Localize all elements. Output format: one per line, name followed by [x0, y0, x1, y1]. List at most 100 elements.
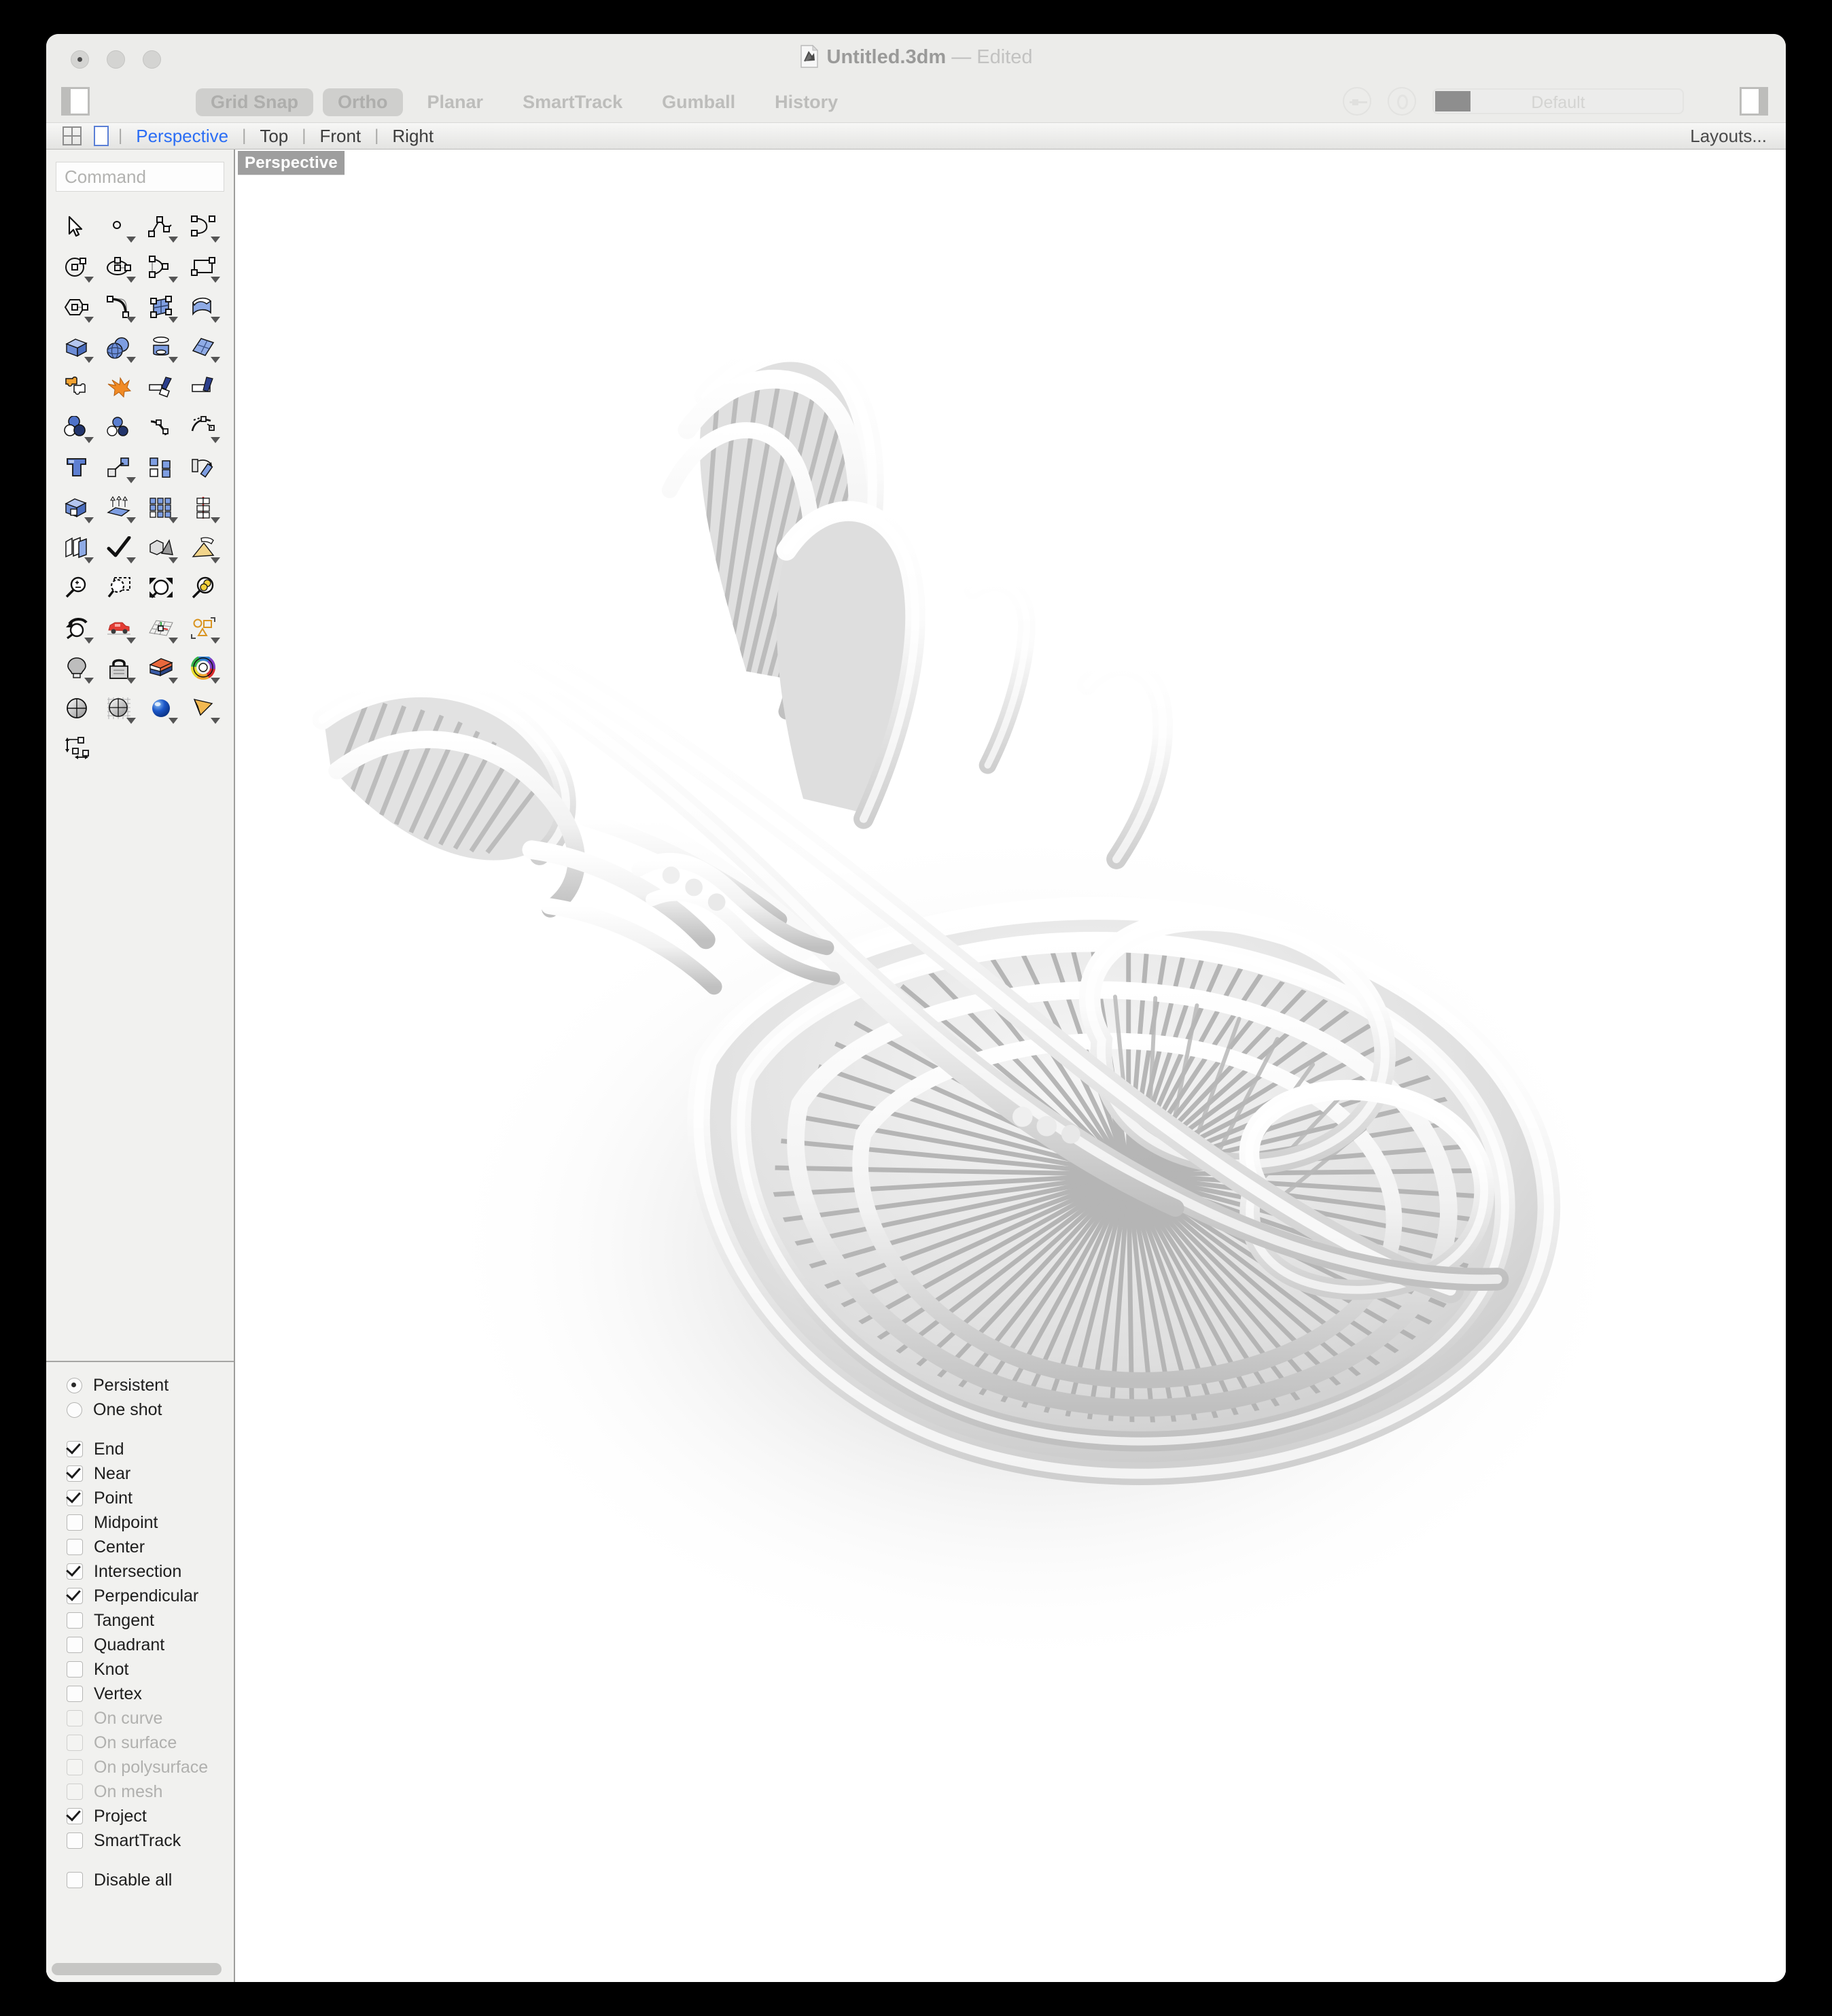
chevron-down-icon[interactable] — [169, 237, 178, 243]
analysis-icon[interactable] — [140, 527, 182, 568]
checkbox-center[interactable] — [67, 1539, 83, 1555]
checkbox-tangent[interactable] — [67, 1612, 83, 1629]
layouts-button[interactable]: Layouts... — [1690, 126, 1767, 147]
chevron-down-icon[interactable] — [84, 517, 94, 523]
polygon-icon[interactable] — [56, 287, 98, 327]
osnap-item-quadrant[interactable]: Quadrant — [46, 1633, 234, 1657]
chevron-down-icon[interactable] — [126, 477, 136, 483]
polyline-icon[interactable] — [140, 207, 182, 247]
tab-perspective[interactable]: Perspective — [132, 126, 232, 147]
chevron-down-icon[interactable] — [84, 557, 94, 563]
osnap-item-project[interactable]: Project — [46, 1804, 234, 1828]
chevron-down-icon[interactable] — [211, 638, 220, 644]
checkbox-perpendicular[interactable] — [67, 1588, 83, 1604]
offset-surface-icon[interactable] — [56, 527, 98, 568]
osnap-mode-persistent[interactable]: Persistent — [46, 1373, 234, 1397]
osnap-item-vertex[interactable]: Vertex — [46, 1682, 234, 1706]
osnap-item-center[interactable]: Center — [46, 1535, 234, 1559]
chevron-down-icon[interactable] — [169, 557, 178, 563]
rotate-icon[interactable] — [182, 447, 224, 487]
move-icon[interactable] — [98, 447, 140, 487]
checkbox-disable-all[interactable] — [67, 1872, 83, 1888]
tab-top[interactable]: Top — [256, 126, 292, 147]
chevron-down-icon[interactable] — [211, 517, 220, 523]
osnap-item-midpoint[interactable]: Midpoint — [46, 1510, 234, 1535]
dimension-icon[interactable] — [56, 728, 98, 768]
chevron-down-icon[interactable] — [169, 517, 178, 523]
named-views-car-icon[interactable] — [98, 608, 140, 648]
left-panel-toggle-icon[interactable] — [61, 87, 90, 116]
boolean-operations-icon[interactable] — [56, 407, 98, 447]
boolean-union-puzzle-icon[interactable] — [56, 367, 98, 407]
shaded-view-icon[interactable] — [56, 688, 98, 728]
right-panel-toggle-icon[interactable] — [1740, 87, 1768, 116]
box-solid-icon[interactable] — [56, 327, 98, 367]
chevron-down-icon[interactable] — [126, 638, 136, 644]
arc-icon[interactable] — [140, 247, 182, 287]
chevron-down-icon[interactable] — [126, 718, 136, 724]
checkbox-quadrant[interactable] — [67, 1637, 83, 1653]
trim-icon[interactable] — [140, 367, 182, 407]
chevron-down-icon[interactable] — [169, 718, 178, 724]
chevron-down-icon[interactable] — [84, 317, 94, 323]
chevron-down-icon[interactable] — [84, 678, 94, 684]
chevron-down-icon[interactable] — [84, 638, 94, 644]
fillet-curve-icon[interactable] — [98, 287, 140, 327]
mesh-plane-icon[interactable] — [182, 327, 224, 367]
layer-visibility-icon[interactable] — [1343, 87, 1371, 116]
osnap-item-perpendicular[interactable]: Perpendicular — [46, 1584, 234, 1608]
chevron-down-icon[interactable] — [126, 357, 136, 363]
chevron-down-icon[interactable] — [211, 317, 220, 323]
cplane-grid-icon[interactable] — [140, 608, 182, 648]
osnap-item-point[interactable]: Point — [46, 1486, 234, 1510]
radio-persistent[interactable] — [67, 1377, 82, 1393]
sidebar-horizontal-scrollbar[interactable] — [52, 1963, 222, 1975]
extrude-up-icon[interactable] — [98, 487, 140, 527]
chevron-down-icon[interactable] — [84, 277, 94, 283]
layers-icon[interactable] — [140, 648, 182, 688]
osnap-item-tangent[interactable]: Tangent — [46, 1608, 234, 1633]
split-icon[interactable] — [182, 367, 224, 407]
checkbox-smarttrack[interactable] — [67, 1832, 83, 1849]
text-object-icon[interactable] — [56, 447, 98, 487]
mirror-icon[interactable] — [182, 487, 224, 527]
chevron-down-icon[interactable] — [126, 277, 136, 283]
mode-grid-snap[interactable]: Grid Snap — [196, 88, 314, 116]
tab-front[interactable]: Front — [315, 126, 365, 147]
current-layer-selector[interactable]: Default — [1432, 88, 1684, 114]
single-viewport-layout-icon[interactable] — [94, 126, 109, 146]
mode-history[interactable]: History — [760, 88, 853, 116]
light-bulb-icon[interactable] — [56, 648, 98, 688]
surface-from-points-icon[interactable] — [140, 287, 182, 327]
chevron-down-icon[interactable] — [126, 317, 136, 323]
perspective-viewport[interactable]: Perspective — [236, 150, 1786, 1982]
lock-object-icon[interactable] — [98, 648, 140, 688]
sphere-solid-icon[interactable] — [98, 327, 140, 367]
osnap-item-intersection[interactable]: Intersection — [46, 1559, 234, 1584]
chevron-down-icon[interactable] — [126, 557, 136, 563]
scale-icon[interactable] — [56, 487, 98, 527]
checkbox-end[interactable] — [67, 1441, 83, 1457]
osnap-item-knot[interactable]: Knot — [46, 1657, 234, 1682]
chevron-down-icon[interactable] — [211, 557, 220, 563]
osnap-disable-all[interactable]: Disable all — [46, 1868, 234, 1892]
ghosted-view-icon[interactable] — [98, 688, 140, 728]
zoom-extents-icon[interactable] — [140, 568, 182, 608]
checkbox-near[interactable] — [67, 1465, 83, 1482]
chevron-down-icon[interactable] — [169, 357, 178, 363]
four-viewport-layout-icon[interactable] — [63, 126, 82, 145]
chevron-down-icon[interactable] — [126, 517, 136, 523]
command-input[interactable]: Command — [56, 162, 224, 192]
explode-icon[interactable] — [98, 367, 140, 407]
chevron-down-icon[interactable] — [84, 437, 94, 443]
checkbox-point[interactable] — [67, 1490, 83, 1506]
curve-tools-icon[interactable] — [182, 407, 224, 447]
chevron-down-icon[interactable] — [126, 237, 136, 243]
point-icon[interactable] — [98, 207, 140, 247]
camera-view-icon[interactable] — [182, 688, 224, 728]
chevron-down-icon[interactable] — [211, 357, 220, 363]
rendered-view-icon[interactable] — [140, 688, 182, 728]
radio-one-shot[interactable] — [67, 1402, 82, 1418]
chevron-down-icon[interactable] — [211, 718, 220, 724]
ellipse-icon[interactable] — [98, 247, 140, 287]
